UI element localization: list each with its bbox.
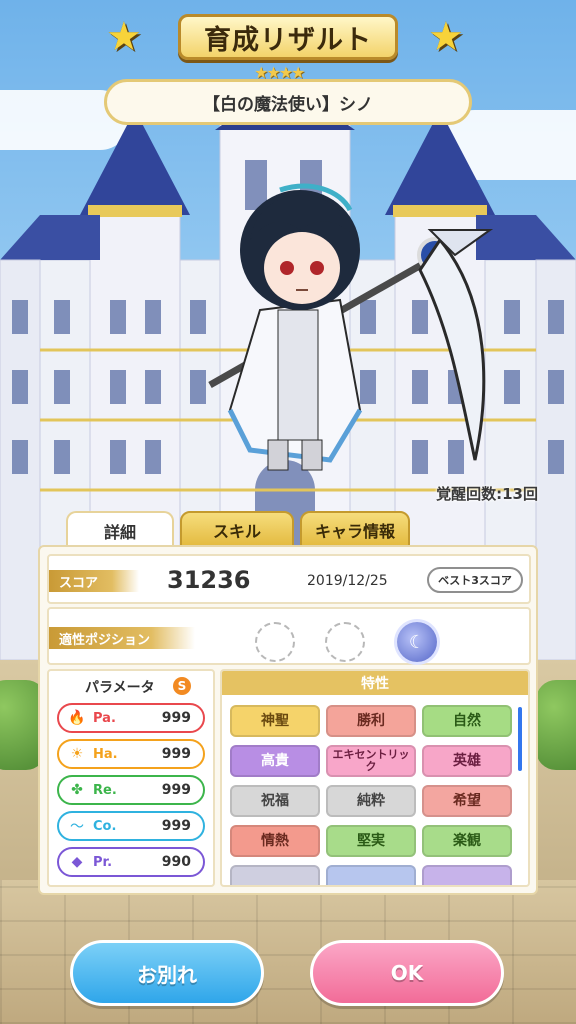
trait-item-partial[interactable] <box>422 865 512 885</box>
param-value: 999 <box>161 818 191 834</box>
details-panel: スコア 31236 2019/12/25 ベスト3スコア 適性ポジション ☾ パ… <box>38 545 538 895</box>
param-value: 999 <box>161 782 191 798</box>
tab-character-info[interactable]: キャラ情報 <box>300 511 410 549</box>
position-row: 適性ポジション ☾ <box>47 607 531 665</box>
position-slot-filled: ☾ <box>397 622 437 662</box>
tab-details[interactable]: 詳細 <box>66 511 174 549</box>
score-label: スコア <box>49 570 139 592</box>
parameters-title: パラメータ <box>85 680 155 696</box>
star-icon: ★ <box>428 14 464 60</box>
param-label: Ha. <box>93 746 118 762</box>
trait-item[interactable]: 楽観 <box>422 825 512 857</box>
trait-item[interactable]: 希望 <box>422 785 512 817</box>
trait-item[interactable]: 高貴 <box>230 745 320 777</box>
position-slot-empty <box>325 622 365 662</box>
score-value: 31236 <box>167 566 251 594</box>
rank-badge: S <box>173 677 191 695</box>
hedge <box>536 680 576 770</box>
param-value: 990 <box>161 854 191 870</box>
trait-item[interactable]: 勝利 <box>326 705 416 737</box>
position-crest-icon: ☾ <box>408 631 426 653</box>
trait-item[interactable]: 堅実 <box>326 825 416 857</box>
param-value: 999 <box>161 746 191 762</box>
position-label: 適性ポジション <box>49 627 195 649</box>
param-label: Pa. <box>93 710 116 726</box>
title-banner: 育成リザルト <box>178 14 398 60</box>
param-ha: ☀ Ha. 999 <box>57 739 205 769</box>
trait-item[interactable]: 神聖 <box>230 705 320 737</box>
page-title: 育成リザルト <box>204 24 372 56</box>
awaken-count: 覚醒回数:13回 <box>436 485 538 503</box>
clover-icon: ✤ <box>71 782 83 798</box>
trait-item[interactable]: 情熱 <box>230 825 320 857</box>
character-sprite <box>208 183 494 471</box>
param-pa: 🔥 Pa. 999 <box>57 703 205 733</box>
param-co: 〜 Co. 999 <box>57 811 205 841</box>
flame-icon: 🔥 <box>68 710 86 726</box>
gem-icon: ◆ <box>71 854 83 870</box>
param-pr: ◆ Pr. 990 <box>57 847 205 877</box>
traits-box[interactable]: 特性 神聖 勝利 自然 高貴 エキセントリック 英雄 祝福 純粋 希望 情熱 堅… <box>220 669 530 887</box>
param-label: Pr. <box>93 854 113 870</box>
ok-button[interactable]: OK <box>310 940 504 1006</box>
wind-icon: 〜 <box>70 819 84 835</box>
trait-item[interactable]: エキセントリック <box>326 745 416 777</box>
trait-item[interactable]: 英雄 <box>422 745 512 777</box>
parameters-box: パラメータ S 🔥 Pa. 999 ☀ Ha. 999 ✤ Re. 999 〜 … <box>47 669 215 887</box>
star-icon: ★ <box>106 14 142 60</box>
farewell-button[interactable]: お別れ <box>70 940 264 1006</box>
param-value: 999 <box>161 710 191 726</box>
position-slot-empty <box>255 622 295 662</box>
trait-item[interactable]: 純粋 <box>326 785 416 817</box>
character-name-bar: 【白の魔法使い】シノ <box>104 79 472 125</box>
tab-skills[interactable]: スキル <box>180 511 294 549</box>
trait-item[interactable]: 自然 <box>422 705 512 737</box>
character-name: 【白の魔法使い】シノ <box>203 94 373 115</box>
param-label: Co. <box>93 818 117 834</box>
trait-item-partial[interactable] <box>326 865 416 885</box>
trait-item[interactable]: 祝福 <box>230 785 320 817</box>
traits-scrollbar[interactable] <box>518 707 522 771</box>
best3-score-button[interactable]: ベスト3スコア <box>427 567 523 593</box>
param-label: Re. <box>93 782 117 798</box>
score-date: 2019/12/25 <box>307 573 388 589</box>
traits-title: 特性 <box>222 671 528 695</box>
param-re: ✤ Re. 999 <box>57 775 205 805</box>
score-row: スコア 31236 2019/12/25 ベスト3スコア <box>47 554 531 604</box>
sun-icon: ☀ <box>70 746 84 762</box>
trait-item-partial[interactable] <box>230 865 320 885</box>
